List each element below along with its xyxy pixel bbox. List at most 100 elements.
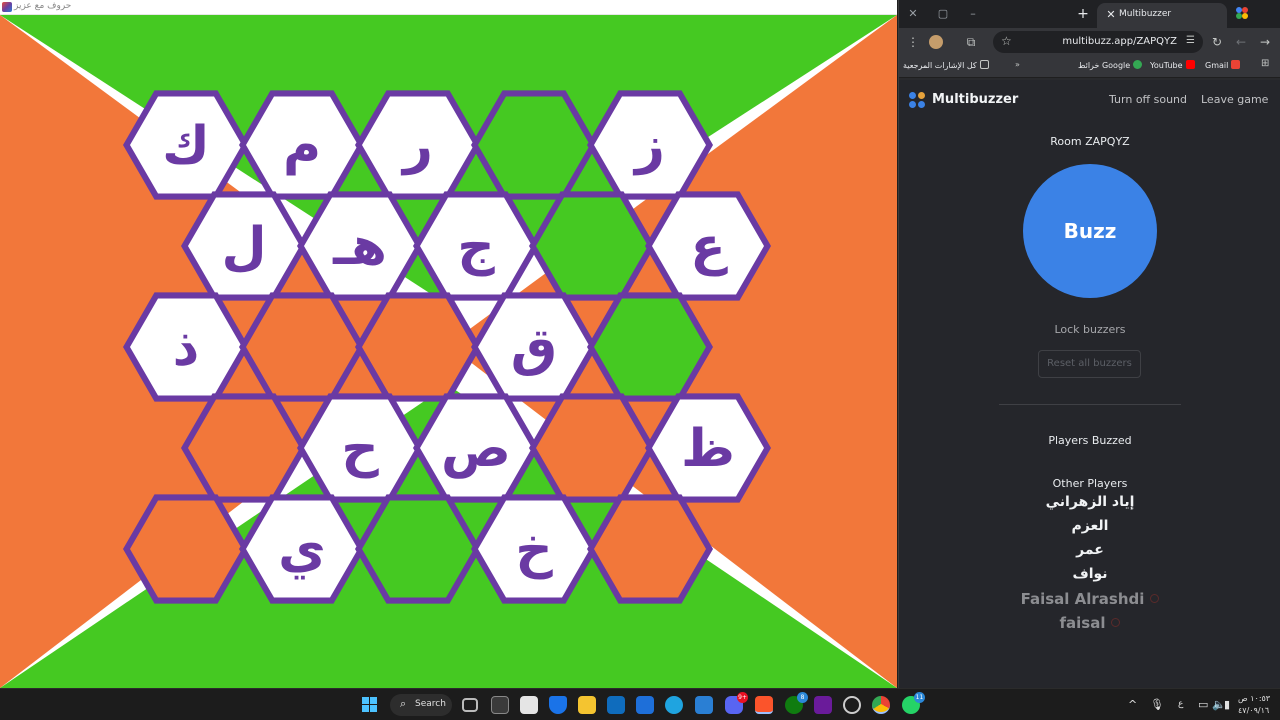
- tab-search-icon[interactable]: [1235, 6, 1249, 20]
- hex-letter: ص: [441, 419, 511, 479]
- xbox-icon[interactable]: 8: [785, 692, 808, 714]
- player-item-offline: faisal: [899, 614, 1280, 632]
- bookmarks-bar: كل الإشارات المرجعية » خرائط Google YouT…: [899, 56, 1280, 78]
- hex-letter: ق: [511, 318, 558, 378]
- tab-title: Multibuzzer: [1119, 9, 1172, 19]
- turn-off-sound-button[interactable]: Turn off sound: [1109, 93, 1187, 106]
- hex-layer: ك م ر ز ل هـ ج ع ذ ق ح ص ظ ي خ: [123, 90, 771, 604]
- forward-icon[interactable]: ←: [1233, 34, 1249, 50]
- player-item-offline: Faisal Alrashdi: [899, 590, 1280, 608]
- battery-icon[interactable]: ▮: [1224, 698, 1230, 711]
- hex-letter: ذ: [173, 318, 200, 378]
- folder-icon: [979, 60, 989, 69]
- game-app-icon: [2, 2, 12, 12]
- network-icon[interactable]: ▭: [1198, 698, 1208, 711]
- browser-window: ✕ ▢ – + ✕ Multibuzzer ⋮ ⧉ ☆ multibuzz.ap…: [898, 0, 1280, 688]
- reset-all-buzzers-button[interactable]: Reset all buzzers: [1038, 350, 1141, 378]
- maximize-window-icon[interactable]: ▢: [935, 6, 951, 22]
- close-window-icon[interactable]: ✕: [905, 6, 921, 22]
- player-item: عمر: [1076, 542, 1104, 558]
- tab-multibuzzer[interactable]: ✕ Multibuzzer: [1097, 3, 1227, 28]
- menu-kebab-icon[interactable]: ⋮: [905, 34, 921, 50]
- whatsapp-badge: 11: [914, 692, 925, 703]
- brave-icon[interactable]: [755, 696, 773, 714]
- chrome-icon[interactable]: [872, 696, 890, 714]
- browser-toolbar: ⋮ ⧉ ☆ multibuzz.app/ZAPQYZ ☰ ↻ ← →: [899, 28, 1280, 56]
- whatsapp-icon[interactable]: 11: [902, 692, 925, 714]
- file-explorer-icon[interactable]: [578, 696, 596, 714]
- tab-close-icon[interactable]: ✕: [1103, 7, 1119, 23]
- search-icon: ⌕: [400, 697, 407, 710]
- youtube-label: YouTube: [1150, 61, 1183, 70]
- edge-icon[interactable]: [665, 696, 683, 714]
- new-tab-button[interactable]: +: [1075, 6, 1091, 22]
- game-board-area: ك م ر ز ل هـ ج ع ذ ق ح ص ظ ي خ: [0, 15, 897, 688]
- hex-letter: ج: [457, 217, 495, 277]
- bookmarks-overflow-icon[interactable]: »: [1015, 60, 1020, 69]
- widgets-icon[interactable]: [491, 696, 509, 714]
- hex-letter: هـ: [332, 217, 387, 277]
- discord-icon[interactable]: 9+: [725, 692, 748, 714]
- all-bookmarks-label: كل الإشارات المرجعية: [903, 61, 977, 70]
- player-item: نواف: [1072, 566, 1108, 582]
- hex-letter: ك: [162, 116, 210, 176]
- bookmark-youtube[interactable]: YouTube: [1150, 60, 1195, 70]
- maps-icon: [1133, 60, 1143, 69]
- player-item: إياد الزهراني: [1045, 494, 1135, 510]
- leave-game-button[interactable]: Leave game: [1201, 93, 1268, 106]
- lock-buzzers-button[interactable]: Lock buzzers: [899, 323, 1280, 336]
- game-titlebar[interactable]: حروف مع عزيز: [0, 0, 897, 15]
- store-icon[interactable]: [520, 696, 538, 714]
- buzz-button[interactable]: Buzz: [1023, 164, 1157, 298]
- profile-avatar[interactable]: [929, 35, 943, 49]
- taskbar-search[interactable]: ⌕ Search: [390, 694, 452, 716]
- extensions-icon[interactable]: ⧉: [963, 34, 979, 50]
- multibuzzer-logo-icon: [909, 92, 925, 108]
- tray-overflow-icon[interactable]: ^: [1128, 698, 1137, 711]
- hex-board: ك م ر ز ل هـ ج ع ذ ق ح ص ظ ي خ: [0, 15, 897, 688]
- discord-badge: 9+: [737, 692, 748, 703]
- github-icon[interactable]: [843, 696, 861, 714]
- gmail-label: Gmail: [1205, 61, 1229, 70]
- tab-strip: ✕ ▢ – + ✕ Multibuzzer: [899, 0, 1280, 28]
- bookmark-star-icon[interactable]: ☆: [1001, 34, 1012, 48]
- gmail-icon: [1231, 60, 1241, 69]
- remote-desktop-icon[interactable]: [636, 696, 654, 714]
- bookmark-all-bookmarks[interactable]: كل الإشارات المرجعية: [903, 60, 989, 70]
- hex-letter: ل: [221, 217, 266, 277]
- defender-icon[interactable]: [549, 696, 567, 714]
- minimize-window-icon[interactable]: –: [965, 6, 981, 22]
- search-label: Search: [415, 699, 446, 709]
- bookmark-google-maps[interactable]: خرائط Google: [1078, 60, 1143, 70]
- bookmark-gmail[interactable]: Gmail: [1205, 60, 1241, 70]
- outlook-icon[interactable]: [607, 696, 625, 714]
- hex-letter: ح: [341, 419, 379, 479]
- site-info-icon[interactable]: ☰: [1186, 35, 1195, 46]
- maps-label: خرائط Google: [1078, 61, 1131, 70]
- hex-letter: ي: [278, 520, 326, 580]
- hex-letter: خ: [515, 520, 553, 580]
- divider: [999, 404, 1181, 405]
- hex-letter: ر: [400, 116, 433, 176]
- offline-indicator-icon: [1111, 618, 1121, 627]
- task-view-icon[interactable]: [462, 698, 478, 712]
- brand-name: Multibuzzer: [932, 92, 1019, 107]
- back-icon[interactable]: →: [1257, 34, 1273, 50]
- clock-time[interactable]: ١٠:٥٣ ص: [1238, 694, 1270, 703]
- game-title: حروف مع عزيز: [14, 1, 72, 11]
- xbox-badge: 8: [797, 692, 808, 703]
- language-indicator[interactable]: ع: [1178, 699, 1183, 709]
- url-text[interactable]: multibuzz.app/ZAPQYZ: [1062, 36, 1177, 47]
- microphone-icon[interactable]: 🎙: [1150, 698, 1164, 711]
- offline-indicator-icon: [1150, 594, 1160, 603]
- reload-icon[interactable]: ↻: [1209, 34, 1225, 50]
- photos-icon[interactable]: [695, 696, 713, 714]
- other-players-heading: Other Players: [1052, 477, 1128, 490]
- clock-date[interactable]: ٤٧/٠٩/١٦: [1238, 706, 1269, 715]
- address-bar[interactable]: ☆ multibuzz.app/ZAPQYZ ☰: [993, 31, 1203, 53]
- hex-letter: ظ: [681, 419, 735, 479]
- game-app-icon[interactable]: [814, 696, 832, 714]
- start-button[interactable]: [362, 697, 378, 713]
- all-bookmarks-grid-icon[interactable]: ⊞: [1261, 58, 1269, 69]
- game-window: حروف مع عزيز ك م ر ز ل هـ ج ع ذ ق ح ص ظ ي خ: [0, 0, 897, 688]
